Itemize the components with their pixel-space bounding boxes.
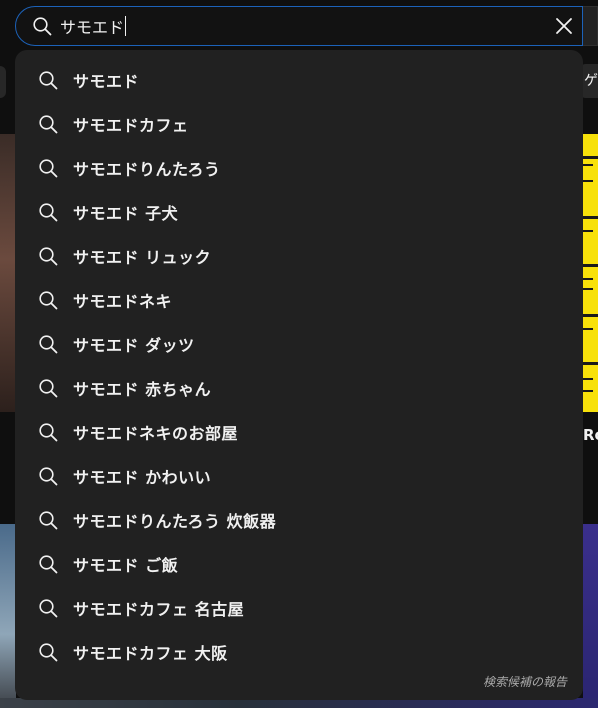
- video-thumbnail[interactable]: [0, 134, 16, 412]
- video-thumbnail[interactable]: [583, 524, 598, 708]
- search-icon: [37, 377, 59, 399]
- suggestion-text: サモエドカフェ 大阪: [73, 644, 228, 663]
- suggestion-text: サモエド リュック: [73, 248, 212, 267]
- suggestion-item[interactable]: サモエドカフェ 大阪: [15, 630, 583, 674]
- suggestion-item[interactable]: サモエド かわいい: [15, 454, 583, 498]
- suggestion-text: サモエドカフェ 名古屋: [73, 600, 245, 619]
- search-icon: [37, 465, 59, 487]
- suggestion-text: サモエドカフェ: [73, 116, 189, 135]
- search-icon: [37, 509, 59, 531]
- suggestion-text: サモエド かわいい: [73, 468, 212, 487]
- suggestion-item[interactable]: サモエド 子犬: [15, 190, 583, 234]
- suggestion-item[interactable]: サモエド 赤ちゃん: [15, 366, 583, 410]
- search-icon: [37, 421, 59, 443]
- suggestion-item[interactable]: サモエドカフェ: [15, 102, 583, 146]
- search-icon: [37, 157, 59, 179]
- suggestion-item[interactable]: サモエド: [15, 58, 583, 102]
- text-caret: [125, 16, 127, 36]
- video-thumbnail[interactable]: [583, 134, 598, 412]
- suggestion-list: サモエド サモエドカフェ サモエドりんたろう サモエド 子犬 サモエド リュック サモエド…: [15, 58, 583, 674]
- filter-chip[interactable]: [0, 66, 6, 98]
- search-suggestions-dropdown: サモエド サモエドカフェ サモエドりんたろう サモエド 子犬 サモエド リュック サモエド…: [15, 50, 583, 700]
- search-icon: [37, 641, 59, 663]
- search-icon: [37, 201, 59, 223]
- youtube-search-page: ゲー Ro サモエド: [0, 0, 598, 708]
- search-icon: [37, 553, 59, 575]
- suggestion-item[interactable]: サモエドりんたろう 炊飯器: [15, 498, 583, 542]
- suggestion-item[interactable]: サモエド ダッツ: [15, 322, 583, 366]
- suggestion-text: サモエド 赤ちゃん: [73, 380, 212, 399]
- suggestion-text: サモエド ご飯: [73, 556, 179, 575]
- suggestion-item[interactable]: サモエド ご飯: [15, 542, 583, 586]
- search-icon: [37, 69, 59, 91]
- search-submit-button[interactable]: [583, 6, 598, 46]
- video-thumbnail[interactable]: [0, 524, 16, 708]
- video-title[interactable]: Ro: [583, 426, 598, 444]
- suggestion-text: サモエド 子犬: [73, 204, 179, 223]
- filter-chip-label: ゲー: [584, 73, 598, 89]
- suggestion-text: サモエドりんたろう 炊飯器: [73, 512, 277, 531]
- search-icon: [37, 289, 59, 311]
- report-suggestions-link[interactable]: 検索候補の報告: [483, 673, 567, 690]
- search-icon: [32, 16, 52, 36]
- suggestion-text: サモエドネキのお部屋: [73, 424, 239, 443]
- suggestion-item[interactable]: サモエドネキ: [15, 278, 583, 322]
- search-box[interactable]: サモエド: [15, 6, 583, 46]
- search-icon: [37, 113, 59, 135]
- search-input[interactable]: サモエド: [60, 14, 548, 38]
- search-icon: [37, 245, 59, 267]
- search-query-text: サモエド: [60, 18, 125, 37]
- suggestion-item[interactable]: サモエドりんたろう: [15, 146, 583, 190]
- search-icon: [37, 333, 59, 355]
- close-icon: [555, 17, 573, 35]
- suggestion-text: サモエド: [73, 72, 140, 91]
- search-icon: [37, 597, 59, 619]
- suggestion-item[interactable]: サモエド リュック: [15, 234, 583, 278]
- suggestion-text: サモエド ダッツ: [73, 336, 195, 355]
- clear-search-button[interactable]: [548, 10, 580, 42]
- suggestion-text: サモエドネキ: [73, 292, 173, 311]
- suggestion-item[interactable]: サモエドネキのお部屋: [15, 410, 583, 454]
- suggestion-text: サモエドりんたろう: [73, 160, 221, 179]
- suggestion-item[interactable]: サモエドカフェ 名古屋: [15, 586, 583, 630]
